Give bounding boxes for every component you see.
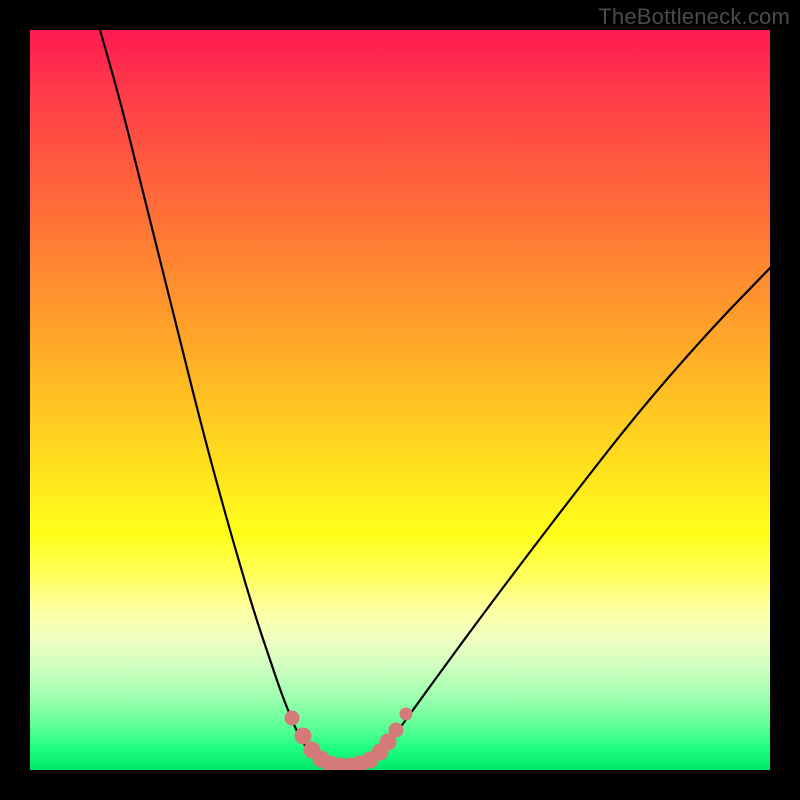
curve-layer (30, 30, 770, 770)
trough-markers (285, 708, 412, 770)
trough-marker-dot (400, 708, 412, 720)
trough-marker-dot (295, 728, 311, 744)
plot-area (30, 30, 770, 770)
left-curve (100, 30, 322, 763)
right-curve (368, 268, 770, 763)
chart-frame: TheBottleneck.com (0, 0, 800, 800)
watermark-text: TheBottleneck.com (598, 4, 790, 30)
trough-marker-dot (389, 723, 403, 737)
trough-marker-dot (285, 711, 299, 725)
